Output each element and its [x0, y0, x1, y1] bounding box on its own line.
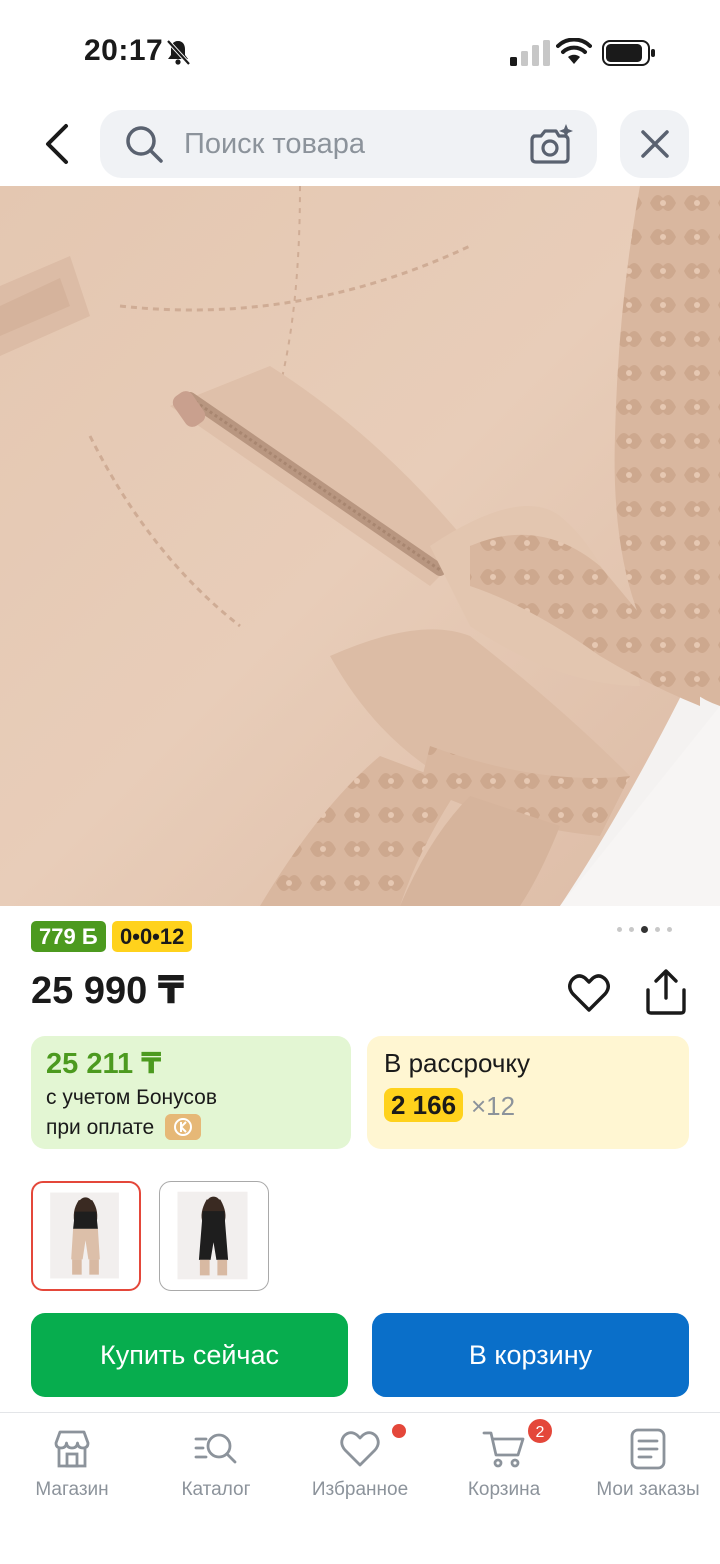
installment-title: В рассрочку — [384, 1048, 531, 1078]
buy-now-button[interactable]: Купить сейчас — [31, 1313, 348, 1397]
signal-icon — [510, 40, 550, 66]
bell-off-icon — [166, 39, 191, 66]
variant-thumbnail-black[interactable] — [159, 1181, 269, 1291]
nav-item-orders[interactable]: Мои заказы — [576, 1413, 720, 1523]
favorites-notification-dot — [392, 1424, 406, 1438]
nav-label-cart: Корзина — [467, 1479, 541, 1500]
installment-card[interactable]: В рассрочку 2 166 ×12 — [367, 1036, 689, 1149]
nav-item-cart[interactable]: 2 Корзина — [432, 1413, 576, 1523]
battery-icon — [602, 40, 655, 66]
installment-amount: 2 166 — [384, 1088, 464, 1122]
nav-item-shop[interactable]: Магазин — [0, 1413, 144, 1523]
bonus-note-line1: с учетом Бонусов — [46, 1086, 217, 1109]
heart-icon — [340, 1431, 380, 1467]
search-input[interactable] — [184, 110, 514, 178]
back-button[interactable] — [32, 116, 80, 172]
add-to-cart-button[interactable]: В корзину — [372, 1313, 689, 1397]
nav-label-favorites: Избранное — [311, 1479, 409, 1500]
product-image[interactable] — [0, 186, 720, 906]
bonus-price-card[interactable]: 25 211 ₸ с учетом Бонусов при оплате — [31, 1036, 351, 1149]
image-pager-dots — [617, 924, 672, 934]
wifi-icon — [556, 38, 592, 64]
status-bar: 20:17 — [0, 0, 720, 100]
pager-dot-active — [641, 925, 648, 933]
close-button[interactable] — [620, 110, 689, 178]
cart-count-badge: 2 — [526, 1417, 554, 1445]
bonus-points-badge: 779 Б — [31, 921, 106, 952]
variant-beige-image — [50, 1192, 119, 1279]
bonus-note-line2: при оплате — [46, 1116, 155, 1139]
nav-item-catalog[interactable]: Каталог — [144, 1413, 288, 1523]
installment-months: ×12 — [471, 1091, 516, 1121]
status-time: 20:17 — [84, 34, 164, 67]
pager-dot — [629, 926, 634, 932]
orders-icon — [630, 1428, 666, 1470]
bottom-navigation: Магазин Каталог Избранное 2 Корзина Мои … — [0, 1412, 720, 1564]
pager-dot — [655, 926, 660, 932]
payment-method-icon — [165, 1114, 201, 1140]
nav-label-shop: Магазин — [35, 1479, 109, 1500]
catalog-search-icon — [194, 1433, 237, 1464]
favorite-heart-icon[interactable] — [566, 970, 612, 1016]
nav-label-catalog: Каталог — [181, 1479, 251, 1500]
variant-black-image — [177, 1191, 248, 1280]
variant-thumbnail-beige[interactable] — [31, 1181, 141, 1291]
installment-badge: 0•0•12 — [112, 921, 193, 952]
bonus-price: 25 211 ₸ — [46, 1048, 162, 1080]
close-icon — [640, 130, 669, 158]
cart-icon — [482, 1431, 525, 1468]
camera-search-icon[interactable] — [528, 122, 574, 166]
product-photo — [0, 186, 720, 906]
search-bar[interactable] — [100, 110, 597, 178]
share-icon[interactable] — [643, 968, 689, 1016]
nav-item-favorites[interactable]: Избранное — [288, 1413, 432, 1523]
product-price: 25 990 ₸ — [31, 970, 185, 1012]
shop-icon — [54, 1430, 90, 1468]
search-icon — [126, 126, 163, 163]
pager-dot — [617, 926, 622, 932]
nav-label-orders: Мои заказы — [596, 1479, 700, 1500]
chevron-left-icon — [46, 124, 68, 164]
pager-dot — [667, 926, 672, 932]
